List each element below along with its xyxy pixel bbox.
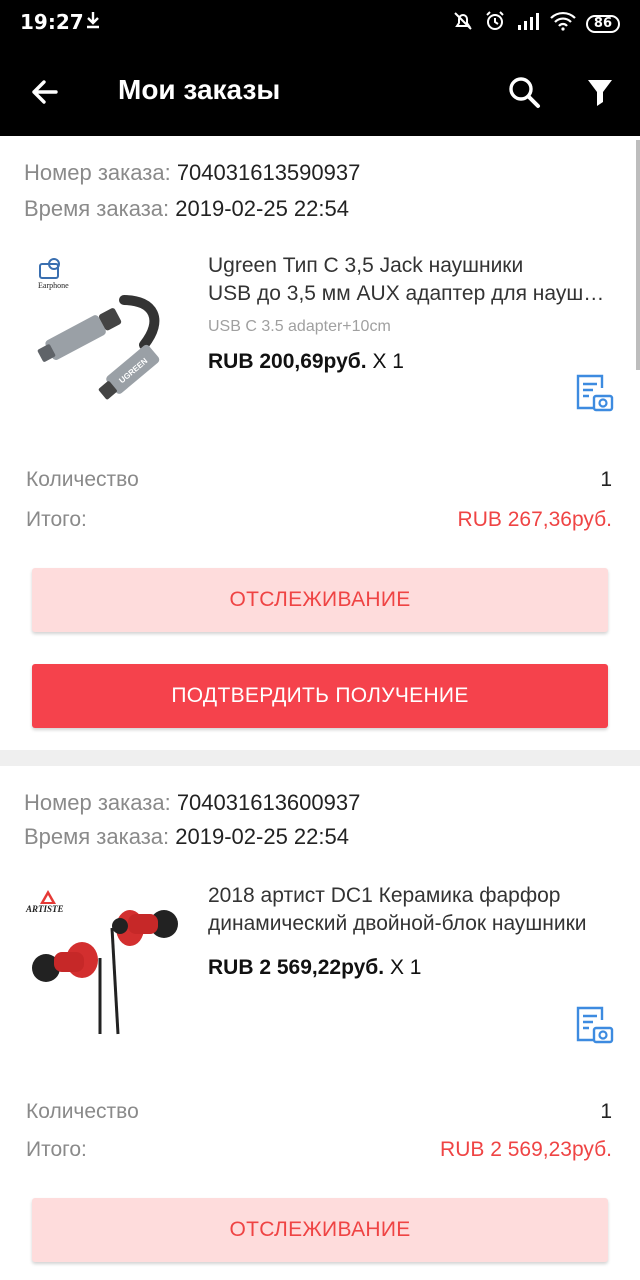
quantity-label: Количество xyxy=(26,1100,139,1123)
order-number: Номер заказа: 704031613590937 xyxy=(24,160,361,185)
status-bar: 19:27 86 xyxy=(0,0,640,48)
document-camera-icon xyxy=(576,1006,614,1044)
download-icon xyxy=(84,10,102,35)
quantity-value: 1 xyxy=(600,1100,612,1123)
product-price: RUB 200,69руб. X 1 xyxy=(208,350,404,373)
order-card: Номер заказа: 704031613590937 Время зака… xyxy=(0,136,640,750)
svg-text:Earphone: Earphone xyxy=(38,281,69,290)
product-price: RUB 2 569,22руб. X 1 xyxy=(208,956,422,979)
product-title[interactable]: 2018 артист DC1 Керамика фарфор динамиче… xyxy=(208,882,610,938)
order-time: Время заказа: 2019-02-25 22:54 xyxy=(24,196,349,221)
back-button[interactable] xyxy=(26,74,66,110)
arrow-left-icon xyxy=(32,80,58,104)
confirm-receipt-button[interactable]: ПОДТВЕРДИТЬ ПОЛУЧЕНИЕ xyxy=(32,664,608,728)
product-image[interactable]: Earphone UGREEN xyxy=(24,252,186,414)
receipt-photo-button[interactable] xyxy=(574,1004,614,1046)
page-title: Мои заказы xyxy=(118,74,281,105)
svg-text:ARTISTE: ARTISTE xyxy=(25,904,64,914)
wifi-icon xyxy=(550,11,576,36)
quantity-value: 1 xyxy=(600,468,612,491)
product-variant: USB C 3.5 adapter+10cm xyxy=(208,318,391,335)
battery-indicator: 86 xyxy=(585,14,620,33)
signal-icon xyxy=(516,11,540,36)
app-bar: Мои заказы xyxy=(0,48,640,136)
status-time: 19:27 xyxy=(20,10,84,34)
mute-bell-icon xyxy=(452,10,474,37)
search-icon xyxy=(509,77,540,108)
order-number: Номер заказа: 704031613600937 xyxy=(24,790,361,815)
total-value: RUB 2 569,23руб. xyxy=(440,1138,612,1161)
order-time: Время заказа: 2019-02-25 22:54 xyxy=(24,824,349,849)
filter-button[interactable] xyxy=(582,72,618,112)
search-button[interactable] xyxy=(504,72,544,112)
product-image[interactable]: ARTISTE xyxy=(24,878,186,1040)
track-button[interactable]: ОТСЛЕЖИВАНИЕ xyxy=(32,1198,608,1262)
filter-icon xyxy=(588,80,612,106)
status-icons: 86 xyxy=(452,10,620,37)
order-card: Номер заказа: 704031613600937 Время зака… xyxy=(0,766,640,1280)
product-title[interactable]: Ugreen Тип C 3,5 Jack наушники USB до 3,… xyxy=(208,252,610,308)
alarm-icon xyxy=(484,10,506,37)
total-label: Итого: xyxy=(26,1138,87,1161)
total-value: RUB 267,36руб. xyxy=(457,508,612,531)
track-button[interactable]: ОТСЛЕЖИВАНИЕ xyxy=(32,568,608,632)
document-camera-icon xyxy=(576,374,614,412)
total-label: Итого: xyxy=(26,508,87,531)
quantity-label: Количество xyxy=(26,468,139,491)
scrollbar-thumb[interactable] xyxy=(636,140,640,370)
receipt-photo-button[interactable] xyxy=(574,372,614,414)
